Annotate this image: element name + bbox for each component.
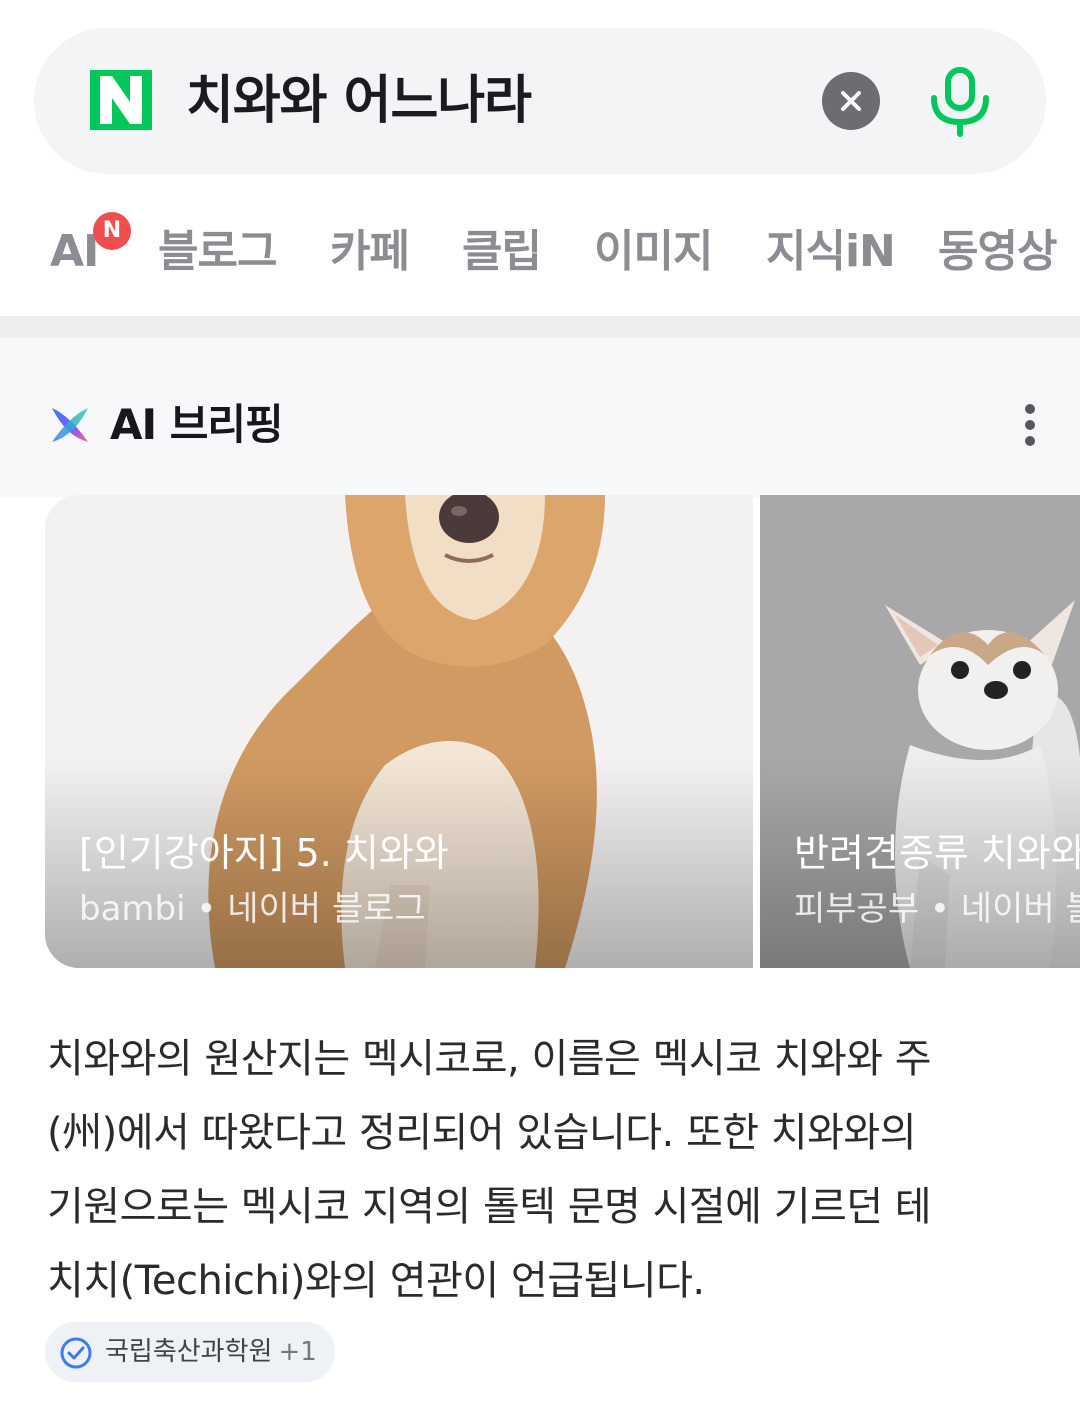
tab-cafe[interactable]: 카페 bbox=[330, 222, 410, 282]
tab-ai[interactable]: AI bbox=[50, 222, 99, 282]
tab-clip[interactable]: 클립 bbox=[462, 222, 542, 282]
tab-blog[interactable]: 블로그 bbox=[158, 222, 277, 282]
tab-image[interactable]: 이미지 bbox=[594, 222, 713, 282]
summary-text: 기원으로는 멕시코 지역의 톨텍 문명 시절에 기르던 테 bbox=[47, 1184, 932, 1230]
card-source: bambi • 네이버 블로그 bbox=[79, 889, 426, 929]
source-name: 국립축산과학원 bbox=[105, 1337, 273, 1367]
tab-video[interactable]: 동영상 bbox=[938, 222, 1057, 282]
more-options-icon[interactable] bbox=[1016, 402, 1046, 448]
card-title: [인기강아지] 5. 치와와 bbox=[79, 831, 449, 875]
naver-logo[interactable] bbox=[90, 70, 152, 130]
summary-text: (州)에서 따왔다고 정리되어 있습니다. 또한 치와와의 bbox=[47, 1110, 917, 1156]
verified-check-icon bbox=[60, 1337, 92, 1369]
card-source: 피부공부 • 네이버 블로그 bbox=[794, 889, 1080, 929]
microphone-icon[interactable] bbox=[924, 64, 996, 138]
source-chip[interactable]: 국립축산과학원 +1 bbox=[45, 1322, 335, 1382]
source-label: 국립축산과학원 +1 bbox=[105, 1322, 317, 1382]
clear-search-button[interactable] bbox=[822, 72, 880, 130]
summary-text: 치치(Techichi)와의 연관이 언급됩니다. bbox=[47, 1258, 705, 1304]
tab-knowledge-in[interactable]: 지식iN bbox=[766, 222, 896, 282]
summary-text: 치와와의 원산지는 멕시코로, 이름은 멕시코 치와와 주 bbox=[47, 1036, 932, 1082]
ai-briefing-icon bbox=[52, 408, 88, 442]
close-icon bbox=[841, 91, 861, 111]
briefing-card[interactable]: 반려견종류 치와와 피부공부 • 네이버 블로그 bbox=[760, 495, 1080, 968]
section-divider bbox=[0, 316, 1080, 338]
briefing-card[interactable]: [인기강아지] 5. 치와와 bambi • 네이버 블로그 bbox=[45, 495, 753, 968]
new-badge: N bbox=[93, 212, 131, 250]
source-count: +1 bbox=[278, 1337, 317, 1367]
ai-briefing-title: AI 브리핑 bbox=[110, 400, 284, 449]
card-title: 반려견종류 치와와 bbox=[794, 831, 1080, 875]
search-input[interactable]: 치와와 어느나라 bbox=[186, 66, 532, 136]
